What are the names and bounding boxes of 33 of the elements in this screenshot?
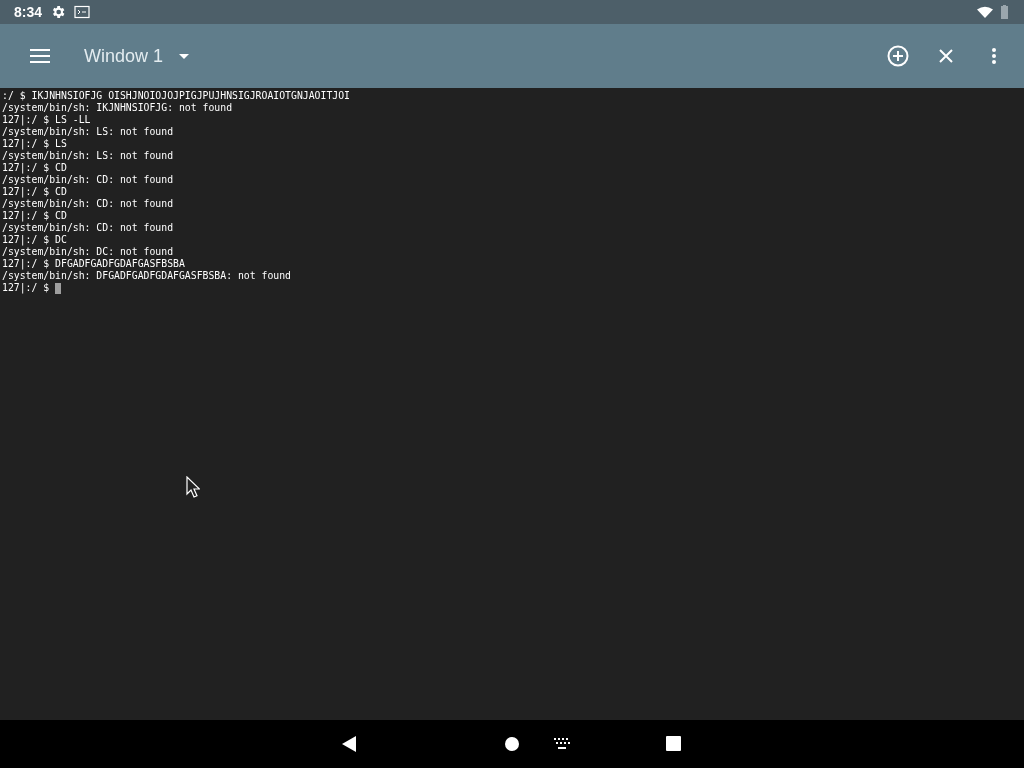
- terminal-line: :/ $ IKJNHNSIOFJG OISHJNOIOJOJPIGJPUJHNSIGJROAIOTGNJAOITJOI: [2, 90, 350, 102]
- terminal-line: /system/bin/sh: LS: not found: [2, 150, 174, 162]
- terminal-line: /system/bin/sh: CD: not found: [2, 222, 174, 234]
- terminal-line: 127|:/ $ LS -LL: [2, 114, 91, 126]
- terminal-line: /system/bin/sh: CD: not found: [2, 198, 174, 210]
- terminal-line: 127|:/ $ DFGADFGADFGDAFGASFBSBA: [2, 258, 185, 270]
- wifi-icon: [977, 6, 993, 18]
- terminal-line: /system/bin/sh: CD: not found: [2, 174, 174, 186]
- window-dropdown[interactable]: Window 1: [84, 36, 190, 76]
- terminal-line: /system/bin/sh: DFGADFGADFGDAFGASFBSBA: not found: [2, 270, 291, 282]
- caret-icon: [179, 53, 190, 59]
- add-circle-icon: [887, 45, 909, 67]
- terminal-prompt: 127|:/ $: [2, 282, 50, 294]
- text-cursor: [55, 282, 62, 294]
- mouse-pointer-icon: [186, 476, 200, 498]
- gear-icon: [50, 4, 67, 20]
- battery-icon: [1001, 5, 1008, 19]
- terminal-line: 127|:/ $ CD: [2, 162, 67, 174]
- terminal-line: /system/bin/sh: LS: not found: [2, 126, 174, 138]
- more-icon: [992, 48, 996, 64]
- terminal-line: /system/bin/sh: IKJNHNSIOFJG: not found: [2, 102, 233, 114]
- menu-icon: [30, 49, 50, 63]
- keyboard-icon[interactable]: [554, 738, 570, 750]
- terminal-line: /system/bin/sh: DC: not found: [2, 246, 174, 258]
- close-icon: [939, 49, 953, 63]
- terminal-line: 127|:/ $ DC: [2, 234, 67, 246]
- back-button[interactable]: [342, 736, 356, 752]
- terminal-icon: [74, 5, 91, 19]
- clock: 8:34: [14, 4, 43, 20]
- home-button[interactable]: [505, 737, 519, 751]
- terminal-line: 127|:/ $ LS: [2, 138, 67, 150]
- terminal-line: 127|:/ $ CD: [2, 210, 67, 222]
- terminal-line: 127|:/ $ CD: [2, 186, 67, 198]
